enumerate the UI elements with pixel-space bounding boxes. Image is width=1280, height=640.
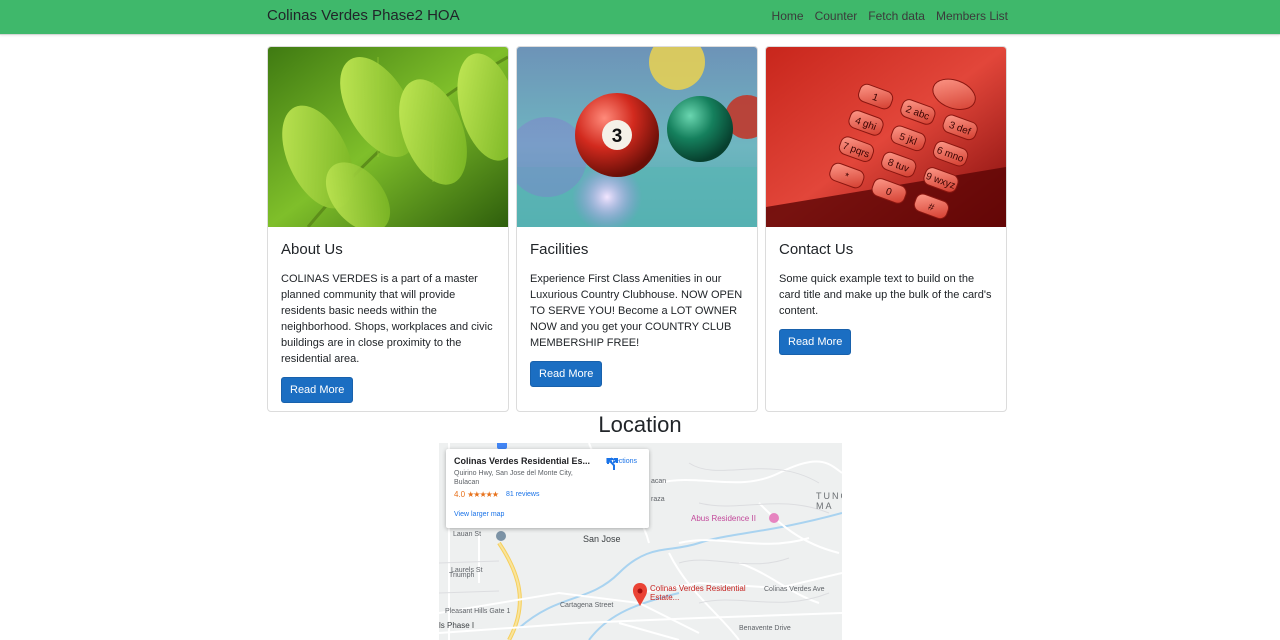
- billiard-balls-photo: 3: [517, 47, 757, 227]
- view-larger-map-link[interactable]: View larger map: [454, 511, 504, 518]
- map-label-san-jose: San Jose: [583, 534, 621, 544]
- rating-value: 4.0: [454, 490, 466, 499]
- reviews-link[interactable]: 81 reviews: [506, 491, 539, 498]
- about-us-card: About Us COLINAS VERDES is a part of a m…: [267, 46, 509, 412]
- map-label-pleasant: Pleasant Hills Gate 1: [445, 608, 511, 615]
- card-title: About Us: [281, 241, 343, 258]
- map-label-colinas-ave: Colinas Verdes Ave: [764, 586, 825, 593]
- green-leaves-photo: [268, 47, 508, 227]
- place-address: Quirino Hwy, San Jose del Monte City, Bu…: [454, 470, 573, 486]
- read-more-button[interactable]: Read More: [530, 361, 603, 387]
- place-rating: 4.0 ★★★★★ 81 reviews: [454, 490, 641, 499]
- card-title: Contact Us: [779, 241, 854, 258]
- map-label-tungko: TUNG MA: [816, 491, 842, 511]
- directions-icon: [606, 458, 618, 470]
- top-navbar: Colinas Verdes Phase2 HOA Home Counter F…: [0, 0, 1280, 35]
- nav-link-fetch-data[interactable]: Fetch data: [868, 9, 925, 23]
- nav-link-home[interactable]: Home: [772, 9, 804, 23]
- card-title: Facilities: [530, 241, 589, 258]
- facilities-card: 3 Facilities Experience First Class Amen…: [516, 46, 758, 412]
- nav-link-counter[interactable]: Counter: [815, 9, 858, 23]
- location-heading: Location: [598, 412, 682, 437]
- map-label-raza: raza: [651, 496, 665, 503]
- card-text: Experience First Class Amenities in our …: [530, 273, 743, 349]
- place-name: Colinas Verdes Residential Es...: [454, 456, 591, 466]
- map-label-laurels: Laurels St: [451, 567, 483, 574]
- map-label-phase: ls Phase I: [439, 621, 475, 630]
- read-more-button[interactable]: Read More: [779, 329, 852, 355]
- map-label-abus-residence: Abus Residence II: [691, 514, 756, 523]
- map-label-acan: acan: [651, 478, 667, 485]
- google-map-embed[interactable]: San Jose Abus Residence II Colinas Verde…: [439, 443, 842, 640]
- map-label-pin: Colinas Verdes Residential Estate...: [650, 584, 746, 602]
- nav-links: Home Counter Fetch data Members List: [772, 9, 1008, 23]
- nav-link-members-list[interactable]: Members List: [936, 9, 1008, 23]
- map-label-cartagena: Cartagena Street: [560, 602, 614, 609]
- directions-button[interactable]: Directions: [606, 457, 637, 470]
- brand-link[interactable]: Colinas Verdes Phase2 HOA: [267, 7, 460, 24]
- svg-text:3: 3: [612, 126, 623, 147]
- map-label-benavente: Benavente Drive: [739, 625, 791, 632]
- rating-stars-icon: ★★★★★: [467, 490, 499, 499]
- card-text: Some quick example text to build on the …: [779, 273, 992, 317]
- card-text: COLINAS VERDES is a part of a master pla…: [281, 273, 493, 365]
- map-label-lauan: Lauan St: [453, 531, 482, 538]
- map-place-card: Colinas Verdes Residential Es... Quirino…: [446, 449, 649, 528]
- read-more-button[interactable]: Read More: [281, 377, 354, 403]
- contact-us-card: 12 abc 3 def 4 ghi 5 jkl 6 mno 7 pqrs 8 tuv 9…: [765, 46, 1007, 412]
- red-phone-keypad-photo: 12 abc3 def 4 ghi5 jkl6 mno 7 pqrs8 tuv9…: [766, 47, 1006, 227]
